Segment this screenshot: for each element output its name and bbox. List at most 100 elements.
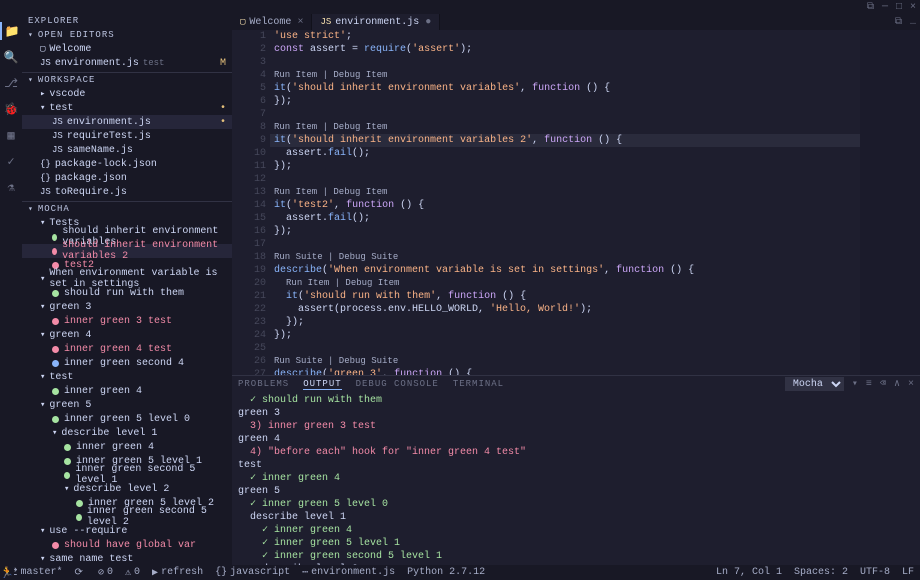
mocha-test-item[interactable]: inner green second 5 level 1	[22, 468, 232, 482]
minimize-icon[interactable]: ─	[882, 2, 888, 13]
open-editor-item[interactable]: ▢Welcome	[22, 42, 232, 56]
code-line[interactable]: it('test2', function () {	[270, 199, 860, 212]
code-line[interactable]: });	[270, 225, 860, 238]
close-icon[interactable]: ●	[425, 17, 431, 28]
mocha-test-item[interactable]: ▾test	[22, 370, 232, 384]
status-item[interactable]: Ln 7, Col 1	[716, 567, 782, 578]
code-line[interactable]: Run Item | Debug Item	[270, 277, 860, 290]
panel-action-icon[interactable]: ×	[908, 379, 914, 390]
panel-action-icon[interactable]: ⌫	[880, 378, 886, 390]
tab-action-icon[interactable]: …	[910, 17, 916, 28]
code-line[interactable]	[270, 56, 860, 69]
code-line[interactable]: });	[270, 95, 860, 108]
code-line[interactable]: Run Item | Debug Item	[270, 186, 860, 199]
status-item[interactable]: ⟳	[75, 567, 86, 579]
mocha-test-item[interactable]: ▾describe level 2	[22, 482, 232, 496]
mocha-test-item[interactable]: inner green 4	[22, 440, 232, 454]
code-line[interactable]: it('should inherit environment variables…	[270, 134, 860, 147]
output-channel-select[interactable]: Mocha	[785, 377, 844, 391]
file-tree-item[interactable]: JStoRequire.js	[22, 185, 232, 199]
status-item[interactable]: ⊘0	[98, 567, 113, 579]
mocha-test-item[interactable]: inner green 4 test	[22, 342, 232, 356]
run-indicator-icon[interactable]: 🏃	[0, 566, 14, 580]
code-line[interactable]: assert.fail();	[270, 212, 860, 225]
code-line[interactable]: it('should run with them', function () {	[270, 290, 860, 303]
file-tree-item[interactable]: {}package.json	[22, 171, 232, 185]
activity-debug-icon[interactable]: 🐞	[2, 100, 20, 118]
status-item[interactable]: LF	[902, 567, 914, 578]
code-line[interactable]: });	[270, 316, 860, 329]
panel-tab[interactable]: DEBUG CONSOLE	[356, 379, 439, 389]
file-tree-item[interactable]: {}package-lock.json	[22, 157, 232, 171]
code-line[interactable]: Run Item | Debug Item	[270, 69, 860, 82]
activity-test-icon[interactable]: ✓	[2, 152, 20, 170]
status-item[interactable]: ⎇master*	[6, 567, 63, 579]
breakpoint-gutter[interactable]	[232, 30, 240, 375]
mocha-test-item[interactable]: ▾describe level 1	[22, 426, 232, 440]
status-item[interactable]: Python 2.7.12	[407, 567, 485, 578]
code-line[interactable]: const assert = require('assert');	[270, 43, 860, 56]
code-line[interactable]: it('should inherit environment variables…	[270, 82, 860, 95]
layout-icon[interactable]: ⧉	[867, 1, 874, 13]
mocha-section[interactable]: ▾MOCHA	[22, 201, 232, 216]
status-item[interactable]: UTF-8	[860, 567, 890, 578]
panel-tab[interactable]: TERMINAL	[453, 379, 504, 389]
activity-search-icon[interactable]: 🔍	[2, 48, 20, 66]
activity-files-icon[interactable]: 📁	[0, 22, 22, 40]
code-line[interactable]: describe('When environment variable is s…	[270, 264, 860, 277]
mocha-test-item[interactable]: inner green 4	[22, 384, 232, 398]
status-item[interactable]: {}javascript	[215, 567, 290, 578]
code-line[interactable]: describe('green 3', function () {	[270, 368, 860, 375]
code-line[interactable]: Run Suite | Debug Suite	[270, 251, 860, 264]
panel-tab[interactable]: OUTPUT	[303, 379, 341, 390]
mocha-test-item[interactable]: ▾green 3	[22, 300, 232, 314]
editor-body[interactable]: 1234567891011121314151617181920212223242…	[232, 30, 920, 375]
code-line[interactable]: });	[270, 160, 860, 173]
code-line[interactable]: 'use strict';	[270, 30, 860, 43]
activity-scm-icon[interactable]: ⎇	[2, 74, 20, 92]
file-tree-item[interactable]: JSrequireTest.js	[22, 129, 232, 143]
file-tree-item[interactable]: JSenvironment.js•	[22, 115, 232, 129]
panel-action-icon[interactable]: ≡	[866, 379, 872, 390]
code-line[interactable]: Run Item | Debug Item	[270, 121, 860, 134]
minimap[interactable]	[860, 30, 920, 375]
activity-extensions-icon[interactable]: ▦	[2, 126, 20, 144]
mocha-test-item[interactable]: ▾green 5	[22, 398, 232, 412]
maximize-icon[interactable]: □	[896, 2, 902, 13]
file-tree-item[interactable]: ▸vscode	[22, 87, 232, 101]
status-item[interactable]: ▶refresh	[152, 567, 203, 579]
code-line[interactable]	[270, 108, 860, 121]
mocha-test-item[interactable]: inner green 5 level 0	[22, 412, 232, 426]
code-line[interactable]	[270, 342, 860, 355]
mocha-test-item[interactable]: ▾use --require	[22, 524, 232, 538]
mocha-test-item[interactable]: ▾green 4	[22, 328, 232, 342]
mocha-test-item[interactable]: should have global var	[22, 538, 232, 552]
code-line[interactable]: });	[270, 329, 860, 342]
code-line[interactable]	[270, 173, 860, 186]
activity-flask-icon[interactable]: ⚗	[2, 178, 20, 196]
output-body[interactable]: ✓ should run with themgreen 3 3) inner g…	[232, 392, 920, 565]
status-item[interactable]: Spaces: 2	[794, 567, 848, 578]
tab-action-icon[interactable]: ⧉	[895, 16, 902, 28]
status-item[interactable]: ⋯environment.js	[302, 567, 395, 579]
close-icon[interactable]: ×	[297, 17, 303, 28]
mocha-test-item[interactable]: inner green 3 test	[22, 314, 232, 328]
status-item[interactable]: ⚠0	[125, 567, 140, 579]
mocha-test-item[interactable]: inner green second 5 level 2	[22, 510, 232, 524]
open-editor-item[interactable]: JSenvironment.jstestM	[22, 56, 232, 70]
code-line[interactable]	[270, 238, 860, 251]
panel-tab[interactable]: PROBLEMS	[238, 379, 289, 389]
panel-action-icon[interactable]: ▾	[852, 378, 858, 390]
file-tree-item[interactable]: ▾test•	[22, 101, 232, 115]
mocha-test-item[interactable]: ▾same name test	[22, 552, 232, 565]
file-tree-item[interactable]: JSsameName.js	[22, 143, 232, 157]
close-icon[interactable]: ×	[910, 2, 916, 13]
mocha-test-item[interactable]: should inherit environment variables 2	[22, 244, 232, 258]
editor-tab[interactable]: ▢Welcome×	[232, 14, 312, 30]
code-line[interactable]: assert.fail();	[270, 147, 860, 160]
code-view[interactable]: 'use strict';const assert = require('ass…	[270, 30, 860, 375]
workspace-section[interactable]: ▾WORKSPACE	[22, 72, 232, 87]
mocha-test-item[interactable]: ▾When environment variable is set in set…	[22, 272, 232, 286]
mocha-test-item[interactable]: inner green second 4	[22, 356, 232, 370]
mocha-test-item[interactable]: should run with them	[22, 286, 232, 300]
